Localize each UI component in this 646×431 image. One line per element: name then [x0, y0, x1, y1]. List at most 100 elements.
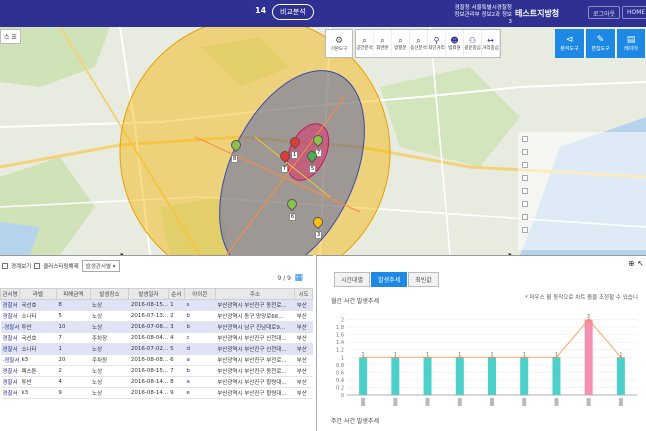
tab-mode[interactable]: 최빈값 — [408, 272, 439, 287]
tool-frequency[interactable]: ⌕ 최반반 — [374, 30, 392, 57]
table-cell: 부산 — [294, 354, 313, 366]
trend-point — [458, 356, 461, 359]
table-row[interactable]: 경찰서 렉스톤 2 노상 2016-08-15... 7 b 부산광역시 부산진구 동천로..… — [0, 365, 313, 377]
table-cell: 5 — [168, 343, 185, 355]
table-cell: 부산 — [294, 321, 313, 333]
tool-label: 동선분석 — [410, 46, 427, 51]
table-cell: 경찰서 — [0, 310, 20, 322]
table-row[interactable]: 경찰서 투싼 4 노상 2016-08-14... 8 a 부산광역시 부산진구 황령대...… — [0, 376, 313, 388]
trend-point — [587, 318, 590, 321]
table-cell: 9 — [168, 387, 185, 399]
x-tick-label — [522, 398, 527, 406]
table-cell: 경찰서 — [0, 376, 20, 388]
table-cell: 7 — [168, 365, 185, 377]
magnifier-icon: ⌕ — [380, 36, 385, 45]
col-header[interactable]: 발생장소 — [89, 288, 130, 300]
table-cell: 노상 — [90, 343, 129, 355]
marker-icon: ⚲ — [433, 36, 440, 45]
table-cell: 노상 — [90, 321, 129, 333]
zoom-icons[interactable]: ⊕ ↖ — [628, 259, 644, 268]
group-select[interactable]: 발생관서별 ▾ — [81, 260, 120, 272]
home-button[interactable]: HOME — [622, 6, 646, 19]
bar — [423, 357, 432, 395]
tool-spatial-analysis[interactable]: ⌕ 공간분석 — [356, 30, 374, 57]
tool-label: 범죄원 — [448, 46, 461, 51]
col-header[interactable]: 시도 — [294, 288, 313, 300]
tool-center[interactable]: ⚇ 광운중심 — [464, 30, 482, 57]
layer-checkbox[interactable] — [522, 135, 528, 142]
layer-row[interactable] — [518, 158, 646, 171]
grid-icon[interactable]: ▦ — [294, 273, 303, 283]
basemap-tools-button[interactable]: ⚙ 기본도구 — [325, 29, 353, 58]
layer-row[interactable] — [518, 210, 646, 223]
layer-checkbox[interactable] — [522, 200, 528, 207]
tool-crime-source[interactable]: ☻ 범죄원 — [446, 30, 464, 57]
layer-checkbox[interactable] — [522, 187, 528, 194]
table-cell: 부산광역시 남구 진남대로9... — [215, 321, 295, 333]
x-tick-label — [393, 398, 398, 406]
cluster-checkbox[interactable] — [34, 263, 41, 269]
table-row[interactable]: ·경찰서 투싼 10 노상 2016-07-08... 3 b 부산광역시 남구 진남대로9.… — [0, 321, 313, 333]
tool-direction[interactable]: ⌕ 방향분 — [392, 30, 410, 57]
compare-analysis-button[interactable]: 비교분석 — [272, 4, 314, 20]
layer-checkbox[interactable] — [522, 226, 528, 233]
layer-row[interactable] — [518, 184, 646, 197]
layer-row[interactable] — [518, 132, 646, 145]
table-row[interactable]: 경찰서 국선호 7 주차장 2016-08-04... 4 c 부산광역시 부산진구 신천대.… — [0, 332, 313, 344]
tool-route-analysis[interactable]: ⌕ 동선분석 — [410, 30, 428, 57]
table-row[interactable]: ·경찰서 k3 20 주차장 2016-08-08... 6 a 부산광역시 부산진구 부전로… — [0, 354, 313, 366]
col-header[interactable]: 관서명 — [0, 288, 20, 300]
col-header[interactable]: 주소 — [214, 288, 296, 300]
table-cell: ·경찰서 — [0, 354, 20, 366]
map-pin-label: 6 — [289, 213, 297, 221]
table-row[interactable]: 경찰서 소나타 1 노상 2016-07-02... 5 d 부산광역시 부산진구 신천대..… — [0, 343, 313, 355]
label-view-checkbox[interactable] — [2, 263, 8, 269]
trend-point — [426, 356, 429, 359]
layer-row[interactable] — [518, 145, 646, 158]
tool-distance-center[interactable]: ↔ 거리중심 — [482, 30, 500, 57]
col-header[interactable]: 라벨 — [18, 288, 57, 300]
table-cell: 1 — [56, 343, 91, 355]
y-tick-label: 0 — [341, 393, 344, 399]
trend-point — [523, 356, 526, 359]
tool-label: 광운중심 — [464, 46, 481, 51]
y-tick-label: 0.6 — [336, 370, 344, 376]
tab-trend[interactable]: 발생추세 — [371, 272, 408, 287]
layer-checkbox[interactable] — [522, 148, 528, 155]
col-header[interactable]: 순서 — [167, 288, 186, 300]
edit-tools-button[interactable]: ✎ 편집도구 — [586, 29, 616, 58]
table-cell: 부산광역시 동구 망양로66... — [215, 310, 295, 322]
tool-label: 최반반 — [376, 46, 389, 51]
table-cell: 경찰서 — [0, 387, 20, 399]
layers-icon: ▤ — [626, 35, 636, 45]
y-tick-label: 1.8 — [336, 325, 344, 331]
trend-point — [555, 356, 558, 359]
table-cell: 6 — [168, 354, 185, 366]
col-header[interactable]: 피해금액 — [55, 288, 91, 300]
col-header[interactable]: 발생일자 — [128, 288, 169, 300]
table-cell: 노상 — [90, 387, 129, 399]
map-pin-label: 1 — [291, 151, 299, 159]
layer-checkbox[interactable] — [522, 174, 528, 181]
layer-row[interactable] — [518, 171, 646, 184]
logout-button[interactable]: 로그아웃 — [588, 6, 621, 19]
bar — [391, 357, 400, 395]
x-tick-label — [554, 398, 559, 406]
layer-checkbox[interactable] — [522, 213, 528, 220]
table-row[interactable]: 경찰서 k3 9 노상 2016-08-14... 9 e 부산광역시 부산진구 황령대...… — [0, 387, 313, 399]
layer-button[interactable]: ▤ 레이어 — [617, 29, 646, 58]
col-header[interactable]: 아이콘 — [184, 288, 216, 300]
tool-shortest-path[interactable]: ⚲ 최단거리 — [428, 30, 446, 57]
table-cell: 1 — [168, 299, 185, 311]
layer-list-toggle[interactable]: 스 ☰ — [0, 29, 21, 44]
tab-time[interactable]: 시간대별 — [334, 272, 371, 287]
layer-checkbox[interactable] — [522, 161, 528, 168]
layer-row[interactable] — [518, 197, 646, 210]
monthly-trend-chart[interactable]: 21.81.61.41.210.80.60.40.201 1 1 1 1 1 121 — [317, 296, 646, 414]
layer-row[interactable] — [518, 223, 646, 236]
table-cell: k3 — [19, 354, 57, 366]
table-cell: s — [184, 299, 216, 311]
analysis-tools-button[interactable]: ⊲ 분석도구 — [555, 29, 585, 58]
table-row[interactable]: 경찰서 소나타 5 노상 2016-07-13... 2 b 부산광역시 동구 망양로66..… — [0, 310, 313, 322]
table-row[interactable]: 경찰서 국선호 8 노상 2016-08-15... 1 s 부산광역시 부산진구 동천로..… — [0, 299, 313, 311]
